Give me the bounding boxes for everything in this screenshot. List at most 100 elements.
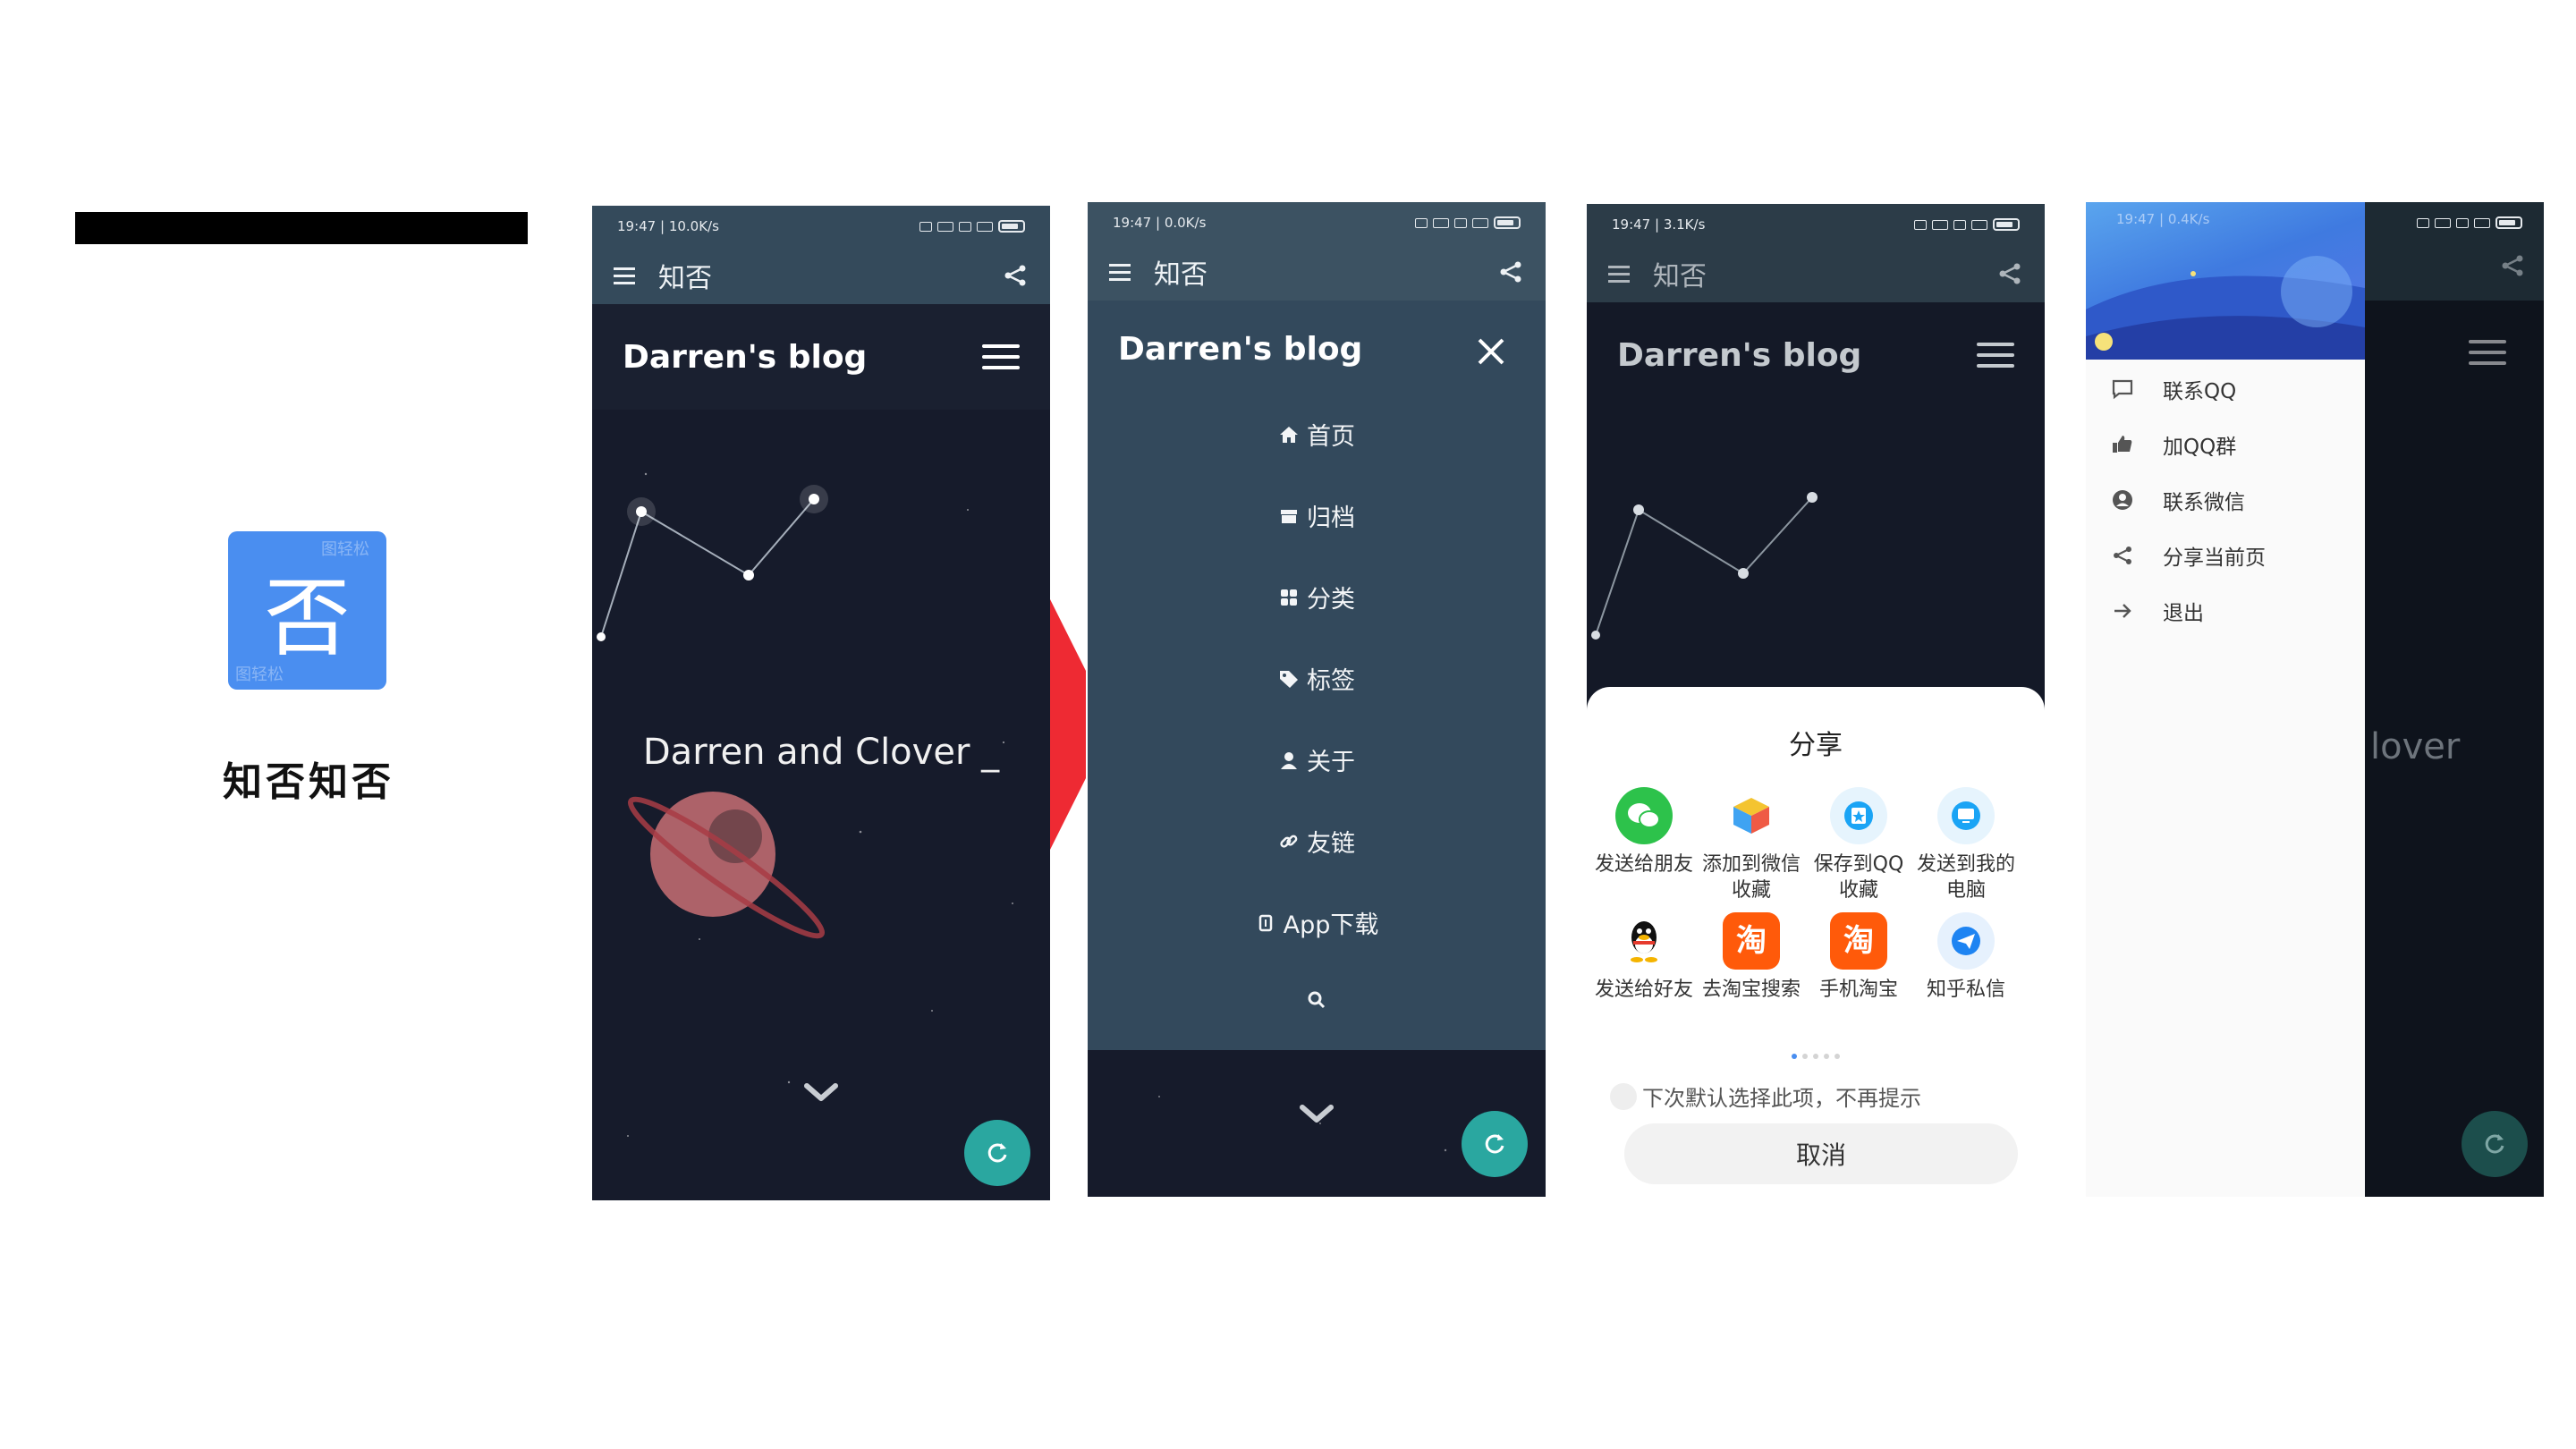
hero-typed-text: Darren and Clover _ (642, 732, 1000, 773)
nav-item-tags[interactable]: 标签 (1088, 661, 1546, 696)
hd-icon (1914, 219, 1927, 230)
nav-item-home[interactable]: 首页 (1088, 417, 1546, 452)
hd-icon (919, 221, 932, 232)
refresh-fab[interactable] (964, 1120, 1030, 1186)
blog-title[interactable]: Darren's blog (623, 339, 867, 376)
signal-icon (1433, 217, 1449, 228)
share-target-mobile-taobao[interactable]: 淘 手机淘宝 (1805, 912, 1912, 1003)
app-name-caption: 知否知否 (223, 759, 394, 805)
share-icon[interactable] (1996, 260, 2023, 287)
drawer-item-contact-qq[interactable]: 联系QQ (2109, 374, 2236, 404)
blog-header: Darren's blog (1587, 302, 2045, 408)
app-bar-title: 知否 (658, 263, 712, 294)
menu-icon[interactable] (982, 343, 1020, 371)
app-bar-title: 知否 (1154, 259, 1208, 291)
refresh-fab[interactable] (1462, 1111, 1528, 1177)
status-icons (919, 220, 1025, 233)
nav-item-about[interactable]: 关于 (1088, 742, 1546, 777)
share-target-zhihu-message[interactable]: 知乎私信 (1912, 912, 2020, 1003)
hd-icon (959, 221, 971, 232)
drawer-item-share-page[interactable]: 分享当前页 (2109, 540, 2266, 571)
hamburger-icon[interactable] (614, 267, 635, 284)
remember-checkbox[interactable] (1610, 1082, 1637, 1110)
share-target-label: 发送到我的电脑 (1916, 853, 2015, 902)
nav-item-search[interactable] (1088, 989, 1546, 1011)
nav-item-label: App下载 (1283, 911, 1379, 939)
drawer-item-join-qq-group[interactable]: 加QQ群 (2109, 429, 2236, 460)
share-icon[interactable] (1002, 262, 1029, 289)
hd-icon (1454, 217, 1467, 228)
nav-item-label: 关于 (1307, 749, 1355, 776)
status-time: 19:47 | 0.4K/s (2116, 211, 2210, 227)
share-target-taobao-search[interactable]: 淘 去淘宝搜索 (1698, 912, 1805, 1003)
drawer-item-label: 分享当前页 (2163, 547, 2266, 570)
refresh-fab[interactable] (2462, 1111, 2528, 1177)
status-time: 19:47 | 0.0K/s (1113, 215, 1207, 231)
share-target-wechat-friend[interactable]: 发送给朋友 (1590, 787, 1698, 877)
drawer-item-contact-wechat[interactable]: 联系微信 (2109, 485, 2245, 515)
phone-screen-home: 19:47 | 10.0K/s 知否 Darren's blog Darren … (592, 206, 1050, 1200)
drawer-item-label: 联系QQ (2163, 380, 2237, 403)
blog-header: Darren's blog (592, 304, 1050, 410)
phone-screen-nav-menu: 19:47 | 0.0K/s 知否 Darren's blog 首页 归档 分类… (1088, 202, 1546, 1197)
share-target-label: 保存到QQ收藏 (1813, 853, 1904, 902)
navigation-drawer: 19:47 | 0.4K/s 联系QQ 加QQ群 联系微信 分享当前页 退出 (2086, 202, 2365, 1197)
hd-icon (1415, 217, 1428, 228)
download-icon (1258, 914, 1272, 931)
app-icon-glyph: 否 (264, 568, 351, 668)
share-target-label: 发送给好友 (1594, 979, 1693, 1001)
share-target-qq-favorite[interactable]: 保存到QQ收藏 (1805, 787, 1912, 903)
menu-icon[interactable] (1977, 341, 2014, 369)
blog-title[interactable]: Darren's blog (1118, 331, 1362, 368)
signal-icon (977, 221, 993, 232)
refresh-icon (1485, 1134, 1504, 1154)
chevron-down-icon[interactable] (803, 1080, 839, 1106)
share-sheet: 分享 发送给朋友 添加到微信收藏 保存到QQ收藏 发送到我的电脑 发送给好友 淘… (1587, 687, 2045, 1199)
share-target-label: 知乎私信 (1926, 979, 2005, 1001)
chevron-down-icon[interactable] (1299, 1102, 1335, 1127)
taobao-icon: 淘 (1723, 912, 1780, 970)
menu-icon[interactable] (2469, 338, 2506, 367)
cancel-button[interactable]: 取消 (1624, 1123, 2018, 1184)
tag-icon (1280, 670, 1298, 688)
app-bar: 知否 (1587, 245, 2045, 302)
refresh-icon (2485, 1134, 2504, 1154)
computer-icon (1937, 787, 1995, 844)
signal-icon (2435, 217, 2451, 228)
message-icon (2109, 376, 2136, 402)
share-icon[interactable] (1497, 258, 1524, 285)
close-icon[interactable] (1476, 336, 1506, 367)
share-target-label: 添加到微信收藏 (1701, 853, 1801, 902)
hamburger-icon[interactable] (1109, 264, 1131, 281)
share-target-qq-friend[interactable]: 发送给好友 (1590, 912, 1698, 1003)
nav-item-links[interactable]: 友链 (1088, 824, 1546, 859)
nav-item-category[interactable]: 分类 (1088, 580, 1546, 614)
remember-choice-text: 下次默认选择此项，不再提示 (1642, 1086, 1921, 1111)
nav-item-label: 归档 (1307, 504, 1355, 532)
nav-item-archive[interactable]: 归档 (1088, 498, 1546, 533)
nav-item-label: 首页 (1307, 423, 1355, 451)
cube-icon (1723, 787, 1780, 844)
share-target-my-computer[interactable]: 发送到我的电脑 (1912, 787, 2020, 903)
nav-menu-panel: Darren's blog 首页 归档 分类 标签 关于 友链 App下载 (1088, 301, 1546, 1050)
remember-choice-row[interactable]: 下次默认选择此项，不再提示 (1610, 1080, 1921, 1112)
redacted-title-bar (75, 212, 528, 244)
icon-watermark: 图轻松 (235, 665, 284, 684)
share-target-label: 去淘宝搜索 (1701, 979, 1801, 1001)
share-target-wechat-favorite[interactable]: 添加到微信收藏 (1698, 787, 1805, 903)
status-bar: 19:47 | 10.0K/s (592, 206, 1050, 247)
transition-arrow-shape (1050, 599, 1086, 850)
drawer-item-exit[interactable]: 退出 (2109, 596, 2204, 626)
status-time: 19:47 | 3.1K/s (1612, 216, 1706, 233)
refresh-icon (987, 1143, 1007, 1163)
blog-title[interactable]: Darren's blog (1617, 337, 1861, 374)
drawer-item-label: 加QQ群 (2163, 436, 2237, 459)
share-target-label: 发送给朋友 (1594, 853, 1693, 876)
status-icons (1914, 218, 2020, 231)
drawer-item-label: 退出 (2163, 602, 2204, 625)
nav-item-app-download[interactable]: App下载 (1088, 905, 1546, 940)
hamburger-icon[interactable] (1608, 266, 1630, 283)
share-icon[interactable] (2499, 252, 2526, 279)
taobao-icon: 淘 (1830, 912, 1887, 970)
phone-screen-drawer: lover 19:47 | 0.4K/s 联系QQ 加QQ群 联系微信 分享当前… (2086, 202, 2544, 1197)
